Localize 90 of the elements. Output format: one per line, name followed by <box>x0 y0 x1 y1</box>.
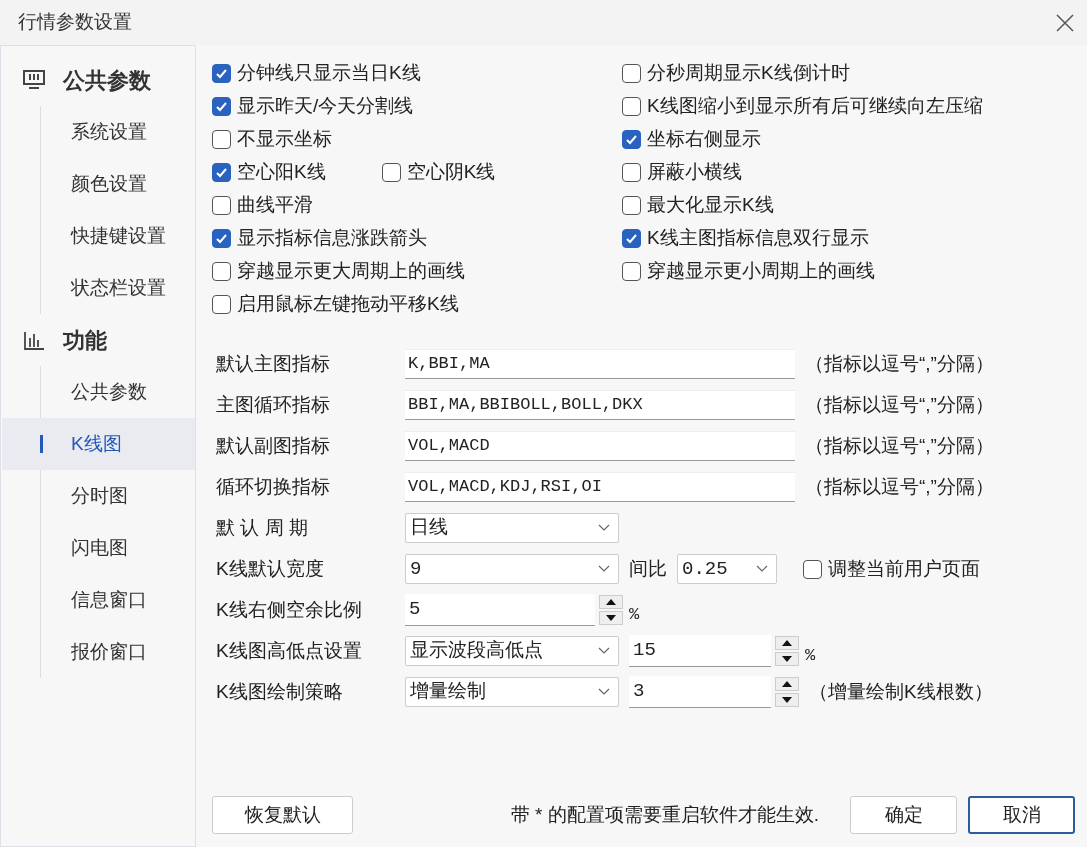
text-field[interactable]: VOL,MACD <box>405 431 795 461</box>
checkbox[interactable]: 最大化显示K线 <box>622 191 774 220</box>
chevron-down-icon <box>598 647 610 655</box>
spin-up-button[interactable] <box>775 677 799 691</box>
hint-text: （指标以逗号“,”分隔） <box>805 351 994 376</box>
chevron-down-icon <box>598 524 610 532</box>
hint-text: （指标以逗号“,”分隔） <box>805 474 994 499</box>
checkbox[interactable]: 显示指标信息涨跌箭头 <box>212 224 427 253</box>
checkmark-icon <box>215 67 228 80</box>
bar-chart-icon <box>23 330 45 350</box>
checkbox[interactable]: 空心阴K线 <box>381 158 496 187</box>
triangle-up-icon <box>606 599 616 605</box>
chevron-down-icon <box>598 688 610 696</box>
checkbox[interactable]: K线主图指标信息双行显示 <box>622 224 869 253</box>
close-icon[interactable] <box>1055 12 1075 33</box>
field-label: K线右侧空余比例 <box>215 597 363 622</box>
dropdown[interactable]: 0.25 <box>677 554 777 584</box>
field-label: 默认主图指标 <box>215 351 331 376</box>
checkmark-icon <box>215 232 228 245</box>
reset-button[interactable]: 恢复默认 <box>212 796 353 834</box>
selection-indicator <box>40 435 43 453</box>
checkbox[interactable]: 启用鼠标左键拖动平移K线 <box>212 290 459 319</box>
field-label: K线图高低点设置 <box>215 638 363 663</box>
spin-down-button[interactable] <box>775 652 799 666</box>
triangle-down-icon <box>782 656 792 662</box>
text-field[interactable]: BBI,MA,BBIBOLL,BOLL,DKX <box>405 390 795 420</box>
number-field[interactable]: 5 <box>405 594 595 626</box>
sidebar-item[interactable]: 报价窗口 <box>2 626 195 678</box>
checkbox[interactable]: 分钟线只显示当日K线 <box>212 59 421 88</box>
sidebar-group-header[interactable]: 功能 <box>63 323 107 357</box>
hint-text: （指标以逗号“,”分隔） <box>805 392 994 417</box>
checkbox[interactable]: 坐标右侧显示 <box>622 125 761 154</box>
sidebar-item[interactable]: 信息窗口 <box>2 574 195 626</box>
spin-up-button[interactable] <box>599 595 623 609</box>
spin-down-button[interactable] <box>599 611 623 625</box>
dropdown[interactable]: 增量绘制 <box>405 677 619 707</box>
unit-label: % <box>629 604 640 627</box>
sidebar-item[interactable]: 快捷键设置 <box>2 210 195 262</box>
hint-text: （增量绘制K线根数） <box>809 679 993 704</box>
checkbox[interactable]: 显示昨天/今天分割线 <box>212 92 414 121</box>
field-label: 默 认 周 期 <box>215 515 309 540</box>
checkmark-icon <box>625 232 638 245</box>
field-label: 循环切换指标 <box>215 474 331 499</box>
checkmark-icon <box>625 133 638 146</box>
checkbox[interactable]: 空心阳K线 <box>212 158 326 187</box>
hint-text: （指标以逗号“,”分隔） <box>805 433 994 458</box>
dialog-button[interactable]: 确定 <box>850 796 957 834</box>
checkmark-icon <box>215 100 228 113</box>
spin-up-button[interactable] <box>775 636 799 650</box>
dropdown[interactable]: 9 <box>405 554 619 584</box>
text-field[interactable]: K,BBI,MA <box>405 349 795 379</box>
checkbox[interactable]: 曲线平滑 <box>212 191 313 220</box>
monitor-icon <box>23 70 45 90</box>
text-field[interactable]: VOL,MACD,KDJ,RSI,OI <box>405 472 795 502</box>
notice-text: 带 * 的配置项需要重启软件才能生效. <box>510 802 819 827</box>
spin-down-button[interactable] <box>775 693 799 707</box>
dialog-button[interactable]: 取消 <box>968 796 1075 834</box>
chevron-down-icon <box>756 565 768 573</box>
sidebar-item[interactable]: 闪电图 <box>2 522 195 574</box>
field-label: 默认副图指标 <box>215 433 331 458</box>
sidebar-item[interactable]: 状态栏设置 <box>2 262 195 314</box>
sidebar-item[interactable]: 系统设置 <box>2 106 195 158</box>
sidebar-item[interactable]: 公共参数 <box>2 366 195 418</box>
dropdown[interactable]: 显示波段高低点 <box>405 636 619 666</box>
unit-label: % <box>805 645 816 668</box>
triangle-down-icon <box>606 615 616 621</box>
field-label: K线默认宽度 <box>215 556 325 581</box>
number-field[interactable]: 15 <box>629 635 771 667</box>
hint-text: 间比 <box>629 556 667 581</box>
triangle-up-icon <box>782 681 792 687</box>
sidebar-item[interactable]: K线图 <box>2 418 195 470</box>
field-label: K线图绘制策略 <box>215 679 344 704</box>
checkbox[interactable]: K线图缩小到显示所有后可继续向左压缩 <box>622 92 983 121</box>
number-field[interactable]: 3 <box>629 676 771 708</box>
checkbox[interactable]: 调整当前用户页面 <box>803 554 980 584</box>
triangle-up-icon <box>782 640 792 646</box>
checkbox[interactable]: 屏蔽小横线 <box>622 158 742 187</box>
checkmark-icon <box>215 166 228 179</box>
triangle-down-icon <box>782 697 792 703</box>
field-label: 主图循环指标 <box>215 392 331 417</box>
sidebar-group-header[interactable]: 公共参数 <box>63 63 151 97</box>
chevron-down-icon <box>598 565 610 573</box>
checkbox[interactable]: 分秒周期显示K线倒计时 <box>622 59 850 88</box>
window-title: 行情参数设置 <box>18 10 132 35</box>
dropdown[interactable]: 日线 <box>405 513 619 543</box>
sidebar-item[interactable]: 分时图 <box>2 470 195 522</box>
checkbox[interactable]: 穿越显示更小周期上的画线 <box>622 257 875 286</box>
checkbox[interactable]: 不显示坐标 <box>212 125 332 154</box>
sidebar-item[interactable]: 颜色设置 <box>2 158 195 210</box>
checkbox[interactable]: 穿越显示更大周期上的画线 <box>212 257 465 286</box>
